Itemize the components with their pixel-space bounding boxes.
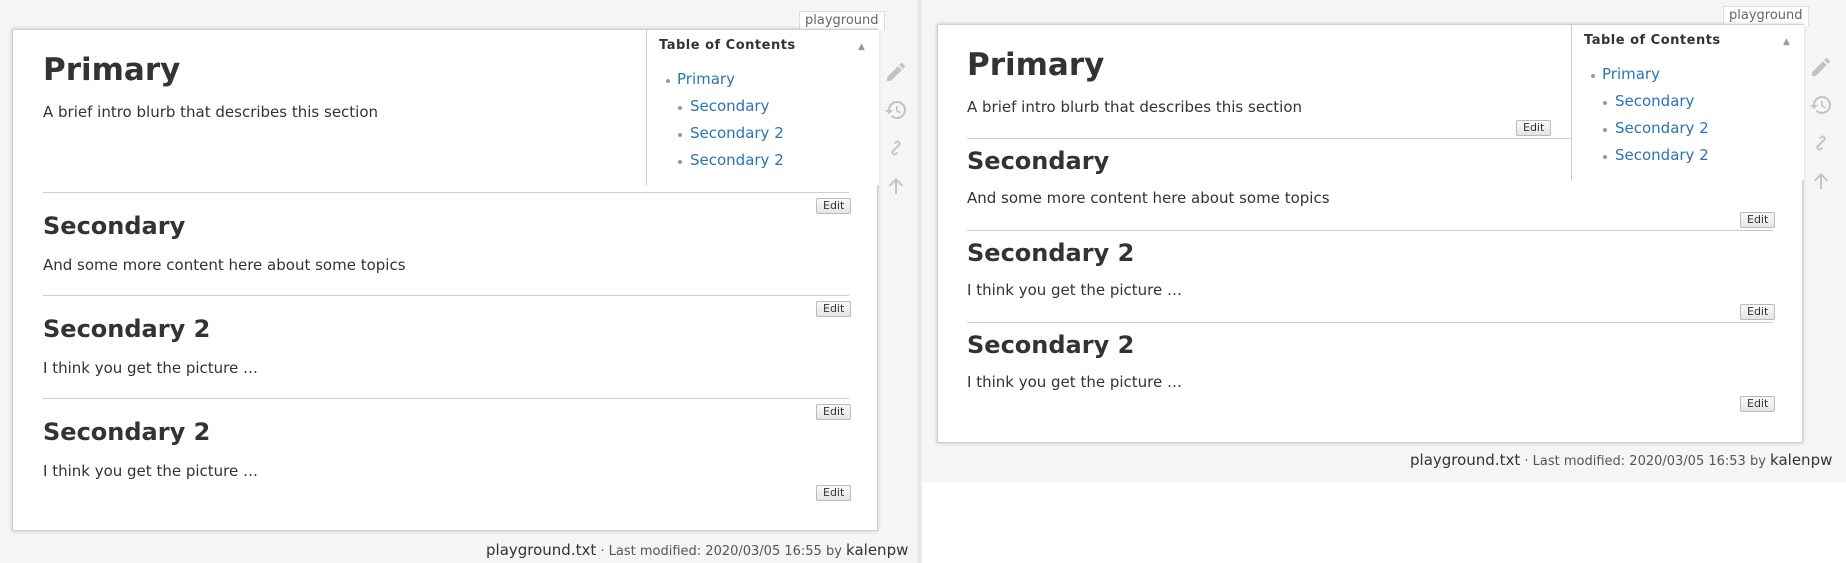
section-heading: Secondary: [43, 212, 186, 240]
section-heading: Secondary 2: [967, 331, 1135, 359]
edit-button[interactable]: Edit: [1740, 396, 1776, 412]
edit-button[interactable]: Edit: [1516, 120, 1552, 136]
table-of-contents: Table of Contents ▲ Primary Secondary Se…: [646, 30, 879, 185]
left-pane: playground Primary A brief intro blurb t…: [0, 0, 918, 563]
page-id-tab[interactable]: playground: [1723, 6, 1809, 26]
link-icon[interactable]: [1809, 131, 1833, 155]
intro-text: A brief intro blurb that describes this …: [967, 98, 1303, 116]
page-content: Primary A brief intro blurb that describ…: [937, 24, 1804, 443]
toc-heading: Table of Contents: [659, 38, 796, 53]
page-tools: [1809, 55, 1837, 205]
section-text: I think you get the picture …: [43, 462, 258, 480]
bullet-icon: [1603, 101, 1607, 105]
pencil-icon[interactable]: [884, 60, 908, 84]
section-divider: [43, 398, 849, 399]
section-text: I think you get the picture …: [967, 373, 1182, 391]
page-title: Primary: [43, 52, 181, 88]
link-icon[interactable]: [884, 136, 908, 160]
toc-item-primary[interactable]: Primary: [1602, 64, 1660, 84]
page-tools: [884, 60, 912, 210]
toc-heading: Table of Contents: [1584, 33, 1721, 48]
bullet-icon: [1603, 155, 1607, 159]
edit-button[interactable]: Edit: [816, 198, 852, 214]
toc-toggle-icon[interactable]: ▲: [858, 42, 865, 52]
toc-item-secondary-2b[interactable]: Secondary 2: [1615, 145, 1709, 165]
toc-item-secondary-2[interactable]: Secondary 2: [1615, 118, 1709, 138]
bullet-icon: [678, 133, 682, 137]
footer-by: by: [1745, 454, 1771, 469]
page-content: Primary A brief intro blurb that describ…: [12, 29, 879, 531]
table-of-contents: Table of Contents ▲ Primary Secondary Se…: [1571, 25, 1804, 180]
footer-modified-label: · Last modified:: [596, 544, 706, 559]
pencil-icon[interactable]: [1809, 55, 1833, 79]
page-title: Primary: [967, 47, 1105, 83]
footer-date: 2020/03/05 16:53: [1629, 454, 1746, 469]
right-pane: playground Primary A brief intro blurb t…: [922, 0, 1846, 482]
edit-button[interactable]: Edit: [1740, 304, 1776, 320]
edit-button[interactable]: Edit: [1740, 212, 1776, 228]
toc-item-secondary-2b[interactable]: Secondary 2: [690, 150, 784, 170]
footer-date: 2020/03/05 16:55: [705, 544, 822, 559]
bullet-icon: [1591, 74, 1595, 78]
edit-button[interactable]: Edit: [816, 404, 852, 420]
arrow-up-icon[interactable]: [884, 174, 908, 198]
footer-filename: playground.txt: [486, 541, 597, 559]
section-heading: Secondary: [967, 147, 1110, 175]
edit-button[interactable]: Edit: [816, 485, 852, 501]
arrow-up-icon[interactable]: [1809, 169, 1833, 193]
page-footer: playground.txt · Last modified: 2020/03/…: [1410, 451, 1832, 469]
intro-text: A brief intro blurb that describes this …: [43, 103, 379, 121]
section-heading: Secondary 2: [43, 418, 211, 446]
section-text: And some more content here about some to…: [43, 256, 406, 274]
section-divider: [967, 230, 1773, 231]
toc-toggle-icon[interactable]: ▲: [1783, 37, 1790, 47]
toc-item-secondary[interactable]: Secondary: [1615, 91, 1694, 111]
section-divider: [967, 138, 1571, 139]
section-heading: Secondary 2: [43, 315, 211, 343]
section-divider: [967, 322, 1773, 323]
toc-item-primary[interactable]: Primary: [677, 69, 735, 89]
toc-item-secondary-2[interactable]: Secondary 2: [690, 123, 784, 143]
section-heading: Secondary 2: [967, 239, 1135, 267]
footer-user[interactable]: kalenpw: [1770, 451, 1832, 469]
bullet-icon: [678, 106, 682, 110]
bullet-icon: [1603, 128, 1607, 132]
section-divider: [43, 192, 849, 193]
bullet-icon: [678, 160, 682, 164]
toc-item-secondary[interactable]: Secondary: [690, 96, 769, 116]
footer-by: by: [821, 544, 847, 559]
footer-modified-label: · Last modified:: [1520, 454, 1630, 469]
page-footer: playground.txt · Last modified: 2020/03/…: [486, 541, 908, 559]
footer-user[interactable]: kalenpw: [846, 541, 908, 559]
history-icon[interactable]: [884, 98, 908, 122]
page-id-tab[interactable]: playground: [799, 11, 885, 31]
bullet-icon: [666, 79, 670, 83]
history-icon[interactable]: [1809, 93, 1833, 117]
edit-button[interactable]: Edit: [816, 301, 852, 317]
section-text: I think you get the picture …: [967, 281, 1182, 299]
section-text: And some more content here about some to…: [967, 189, 1330, 207]
section-text: I think you get the picture …: [43, 359, 258, 377]
footer-filename: playground.txt: [1410, 451, 1521, 469]
section-divider: [43, 295, 849, 296]
